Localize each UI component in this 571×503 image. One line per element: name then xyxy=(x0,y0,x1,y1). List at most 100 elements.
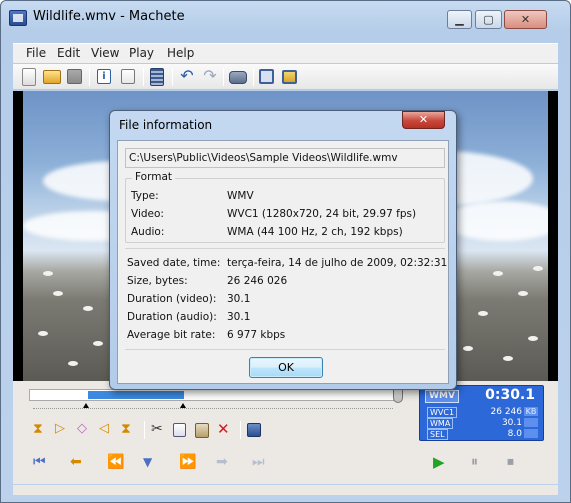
step-icon[interactable]: ▼ xyxy=(143,454,161,472)
export-frame-icon[interactable] xyxy=(282,70,297,84)
go-end-icon[interactable]: ◁ xyxy=(99,421,117,439)
file-path-field[interactable]: C:\Users\Public\Videos\Sample Videos\Wil… xyxy=(125,148,445,168)
dialog-title: File information xyxy=(119,118,213,132)
panel-row-unit xyxy=(524,418,538,427)
menu-play[interactable]: Play xyxy=(129,46,154,60)
saved-date-value: terça-feira, 14 de julho de 2009, 02:32:… xyxy=(227,257,448,269)
panel-row-label: SEL xyxy=(427,429,448,440)
menu-edit[interactable]: Edit xyxy=(57,46,80,60)
film-strip-icon[interactable] xyxy=(150,68,164,86)
toolbar-separator xyxy=(89,68,90,86)
eraser-icon[interactable]: ◇ xyxy=(77,421,95,439)
panel-row-value: 30.1 xyxy=(501,418,522,428)
format-video-label: Video: xyxy=(131,208,164,220)
dialog-separator xyxy=(125,248,445,249)
panel-row-unit: KB xyxy=(524,407,538,416)
edit-tags-icon[interactable] xyxy=(121,69,135,84)
close-button[interactable]: ✕ xyxy=(504,10,547,29)
panel-row-value: 26 246 xyxy=(490,407,523,417)
size-label: Size, bytes: xyxy=(127,275,188,287)
edit-toolbar: ⧗ ▷ ◇ ◁ ⧗ ✂ ✕ xyxy=(29,421,289,441)
menu-bar: File Edit View Play Help xyxy=(13,43,558,63)
paste-icon[interactable] xyxy=(195,423,209,438)
format-audio-label: Audio: xyxy=(131,226,165,238)
format-group-label: Format xyxy=(132,171,176,183)
panel-row-audio: WMA 30.1 xyxy=(425,418,540,429)
menu-file[interactable]: File xyxy=(26,46,46,60)
toolbar-separator xyxy=(172,68,173,86)
save-selection-icon[interactable] xyxy=(247,423,261,437)
format-video-value: WVC1 (1280x720, 24 bit, 29.97 fps) xyxy=(227,208,417,220)
maximize-button[interactable]: ▢ xyxy=(475,10,502,29)
selection-start-marker[interactable] xyxy=(83,403,89,408)
delete-icon[interactable]: ✕ xyxy=(217,421,235,439)
size-value: 26 246 026 xyxy=(227,275,288,287)
new-file-icon[interactable] xyxy=(22,68,36,86)
format-audio-value: WMA (44 100 Hz, 2 ch, 192 kbps) xyxy=(227,226,403,238)
panel-row-value: 8.0 xyxy=(507,429,522,439)
copy-icon[interactable] xyxy=(173,423,186,437)
selection-end-marker[interactable] xyxy=(180,403,186,408)
edit-separator xyxy=(144,421,145,439)
media-info-panel: WMV 0:30.1 WVC1 26 246 KB WMA 30.1 SEL 8… xyxy=(419,385,544,441)
timeline[interactable] xyxy=(29,389,401,401)
first-frame-icon[interactable]: ⏮ xyxy=(33,454,51,472)
cut-icon[interactable]: ✂ xyxy=(151,421,169,439)
current-time: 0:30.1 xyxy=(485,387,535,403)
info-icon[interactable]: i xyxy=(97,69,111,84)
undo-icon[interactable]: ↶ xyxy=(178,68,196,86)
camera-icon[interactable] xyxy=(229,71,247,84)
duration-video-label: Duration (video): xyxy=(127,293,217,305)
transport-controls: ⏮ ⬅ ⏪ ▼ ⏩ ➡ ⏭ ▶ ⏸ ⏹ xyxy=(33,454,533,474)
fast-forward-icon[interactable]: ⏩ xyxy=(179,454,197,472)
panel-row-selection: SEL 8.0 xyxy=(425,429,540,440)
dialog-separator xyxy=(125,349,445,350)
open-folder-icon[interactable] xyxy=(43,70,61,84)
panel-row-label: WVC1 xyxy=(427,407,458,418)
timeline-selection[interactable] xyxy=(88,391,184,399)
format-badge: WMV xyxy=(425,390,459,403)
toolbar: i ↶ ↷ xyxy=(13,64,558,90)
duration-audio-label: Duration (audio): xyxy=(127,311,217,323)
dialog-body: C:\Users\Public\Videos\Sample Videos\Wil… xyxy=(117,140,449,384)
set-start-icon[interactable]: ⧗ xyxy=(33,421,51,439)
format-type-label: Type: xyxy=(131,190,159,202)
ok-button[interactable]: OK xyxy=(249,357,323,378)
edit-separator xyxy=(240,421,241,439)
pause-icon[interactable]: ⏸ xyxy=(471,454,489,472)
stop-icon[interactable]: ⏹ xyxy=(507,454,525,472)
rewind-icon[interactable]: ⏪ xyxy=(107,454,125,472)
selection-end-icon[interactable]: ➡ xyxy=(216,454,234,472)
minimize-button[interactable]: ▁ xyxy=(447,10,472,29)
format-type-value: WMV xyxy=(227,190,254,202)
app-icon xyxy=(9,10,27,26)
toolbar-separator xyxy=(223,68,224,86)
panel-row-label: WMA xyxy=(427,418,454,429)
window-title: Wildlife.wmv - Machete xyxy=(33,9,185,24)
set-end-icon[interactable]: ⧗ xyxy=(121,421,139,439)
redo-icon[interactable]: ↷ xyxy=(201,68,219,86)
play-icon[interactable]: ▶ xyxy=(433,454,451,472)
last-frame-icon[interactable]: ⏭ xyxy=(252,454,270,472)
duration-audio-value: 30.1 xyxy=(227,311,251,323)
go-start-icon[interactable]: ▷ xyxy=(55,421,73,439)
toolbar-separator xyxy=(253,68,254,86)
bit-rate-value: 6 977 kbps xyxy=(227,329,286,341)
status-bar xyxy=(13,485,558,495)
format-group: Format Type: WMV Video: WVC1 (1280x720, … xyxy=(125,171,445,243)
menu-help[interactable]: Help xyxy=(167,46,194,60)
dialog-close-button[interactable]: ✕ xyxy=(402,111,445,129)
menu-view[interactable]: View xyxy=(91,46,119,60)
toolbar-separator xyxy=(143,68,144,86)
file-information-dialog: File information ✕ C:\Users\Public\Video… xyxy=(109,110,457,390)
selection-start-icon[interactable]: ⬅ xyxy=(70,454,88,472)
controls-panel: ⧗ ▷ ◇ ◁ ⧗ ✂ ✕ ⏮ ⬅ ⏪ ▼ ⏩ ➡ ⏭ ▶ ⏸ ⏹ WMV 0:… xyxy=(13,381,558,484)
title-bar[interactable]: Wildlife.wmv - Machete ▁ ▢ ✕ xyxy=(1,1,570,35)
saved-date-label: Saved date, time: xyxy=(127,257,221,269)
panel-row-video: WVC1 26 246 KB xyxy=(425,407,540,418)
bit-rate-label: Average bit rate: xyxy=(127,329,216,341)
frame-icon[interactable] xyxy=(259,69,274,84)
panel-row-unit xyxy=(524,429,538,438)
save-icon[interactable] xyxy=(67,69,82,84)
duration-video-value: 30.1 xyxy=(227,293,251,305)
